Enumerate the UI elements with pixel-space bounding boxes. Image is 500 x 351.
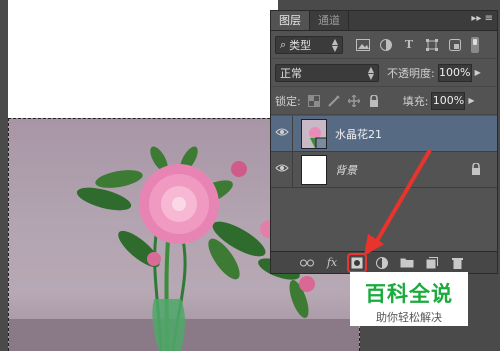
annotation-arrow [364, 150, 432, 256]
lock-row: 锁定: 填充: 100% ▶ [271, 87, 497, 115]
tab-channels[interactable]: 通道 [310, 11, 349, 30]
fill-label: 填充: [402, 94, 429, 108]
double-chevron-menu-icon: ▸▸ ≡ [471, 13, 493, 24]
visibility-toggle[interactable] [271, 151, 293, 188]
lock-icon [471, 162, 481, 178]
blend-row: 正常 ▲ ▼ 不透明度: 100% ▶ [271, 59, 497, 87]
fx-icon[interactable]: fx [324, 255, 340, 271]
image-filter-icon[interactable] [355, 38, 371, 52]
filter-row: ⌕ 类型 ▲ ▼ T [271, 31, 497, 59]
adjustment-filter-icon[interactable] [378, 38, 394, 52]
lock-pixels-icon[interactable] [327, 94, 341, 108]
eye-icon [274, 127, 289, 140]
fill-dropdown-arrow[interactable]: ▶ [465, 92, 477, 110]
chevron-right-icon: ▶ [468, 96, 475, 105]
layer-row-crystal-flower[interactable]: 水晶花21 [271, 115, 497, 152]
shape-filter-icon[interactable] [424, 38, 440, 52]
filter-toggle-switch[interactable] [471, 36, 479, 53]
lock-all-icon[interactable] [367, 94, 381, 108]
fill-input[interactable]: 100% [431, 91, 466, 110]
opacity-input[interactable]: 100% [437, 63, 472, 82]
watermark-title: 百科全说 [365, 282, 453, 306]
panel-tab-bar: 图层 通道 ▸▸ ≡ [271, 11, 497, 31]
lock-transparency-icon[interactable] [307, 94, 321, 108]
blend-mode-value: 正常 [280, 66, 302, 80]
opacity-dropdown-arrow[interactable]: ▶ [472, 64, 484, 82]
watermark-subtitle: 助你轻松解决 [376, 311, 442, 324]
eye-icon [274, 163, 289, 176]
select-arrows-icon: ▲ ▼ [331, 36, 338, 53]
lock-label: 锁定: [275, 94, 301, 108]
visibility-toggle[interactable] [271, 115, 293, 152]
layer-name[interactable]: 水晶花21 [335, 126, 382, 142]
smart-object-filter-icon[interactable] [447, 38, 463, 52]
canvas-blank-region [8, 0, 278, 118]
filter-kind-select[interactable]: ⌕ 类型 ▲ ▼ [275, 35, 343, 54]
lock-position-icon[interactable] [347, 94, 361, 108]
watermark: 百科全说 助你轻松解决 [350, 272, 468, 326]
tab-layers[interactable]: 图层 [271, 11, 310, 30]
blend-mode-select[interactable]: 正常 ▲ ▼ [275, 63, 379, 82]
chevron-right-icon: ▶ [474, 68, 481, 77]
filter-kind-label: 类型 [289, 38, 312, 52]
opacity-label: 不透明度: [387, 66, 435, 80]
select-arrows-icon: ▲ ▼ [367, 64, 374, 81]
panel-menu-button[interactable]: ▸▸ ≡ [469, 13, 493, 29]
search-icon: ⌕ [280, 37, 287, 51]
delete-layer-icon[interactable] [449, 255, 465, 271]
text-filter-icon[interactable]: T [401, 38, 417, 52]
layer-thumbnail [301, 154, 327, 185]
layer-thumbnail [301, 118, 327, 149]
link-layers-icon[interactable] [299, 255, 315, 271]
layer-name[interactable]: 背景 [335, 162, 357, 178]
